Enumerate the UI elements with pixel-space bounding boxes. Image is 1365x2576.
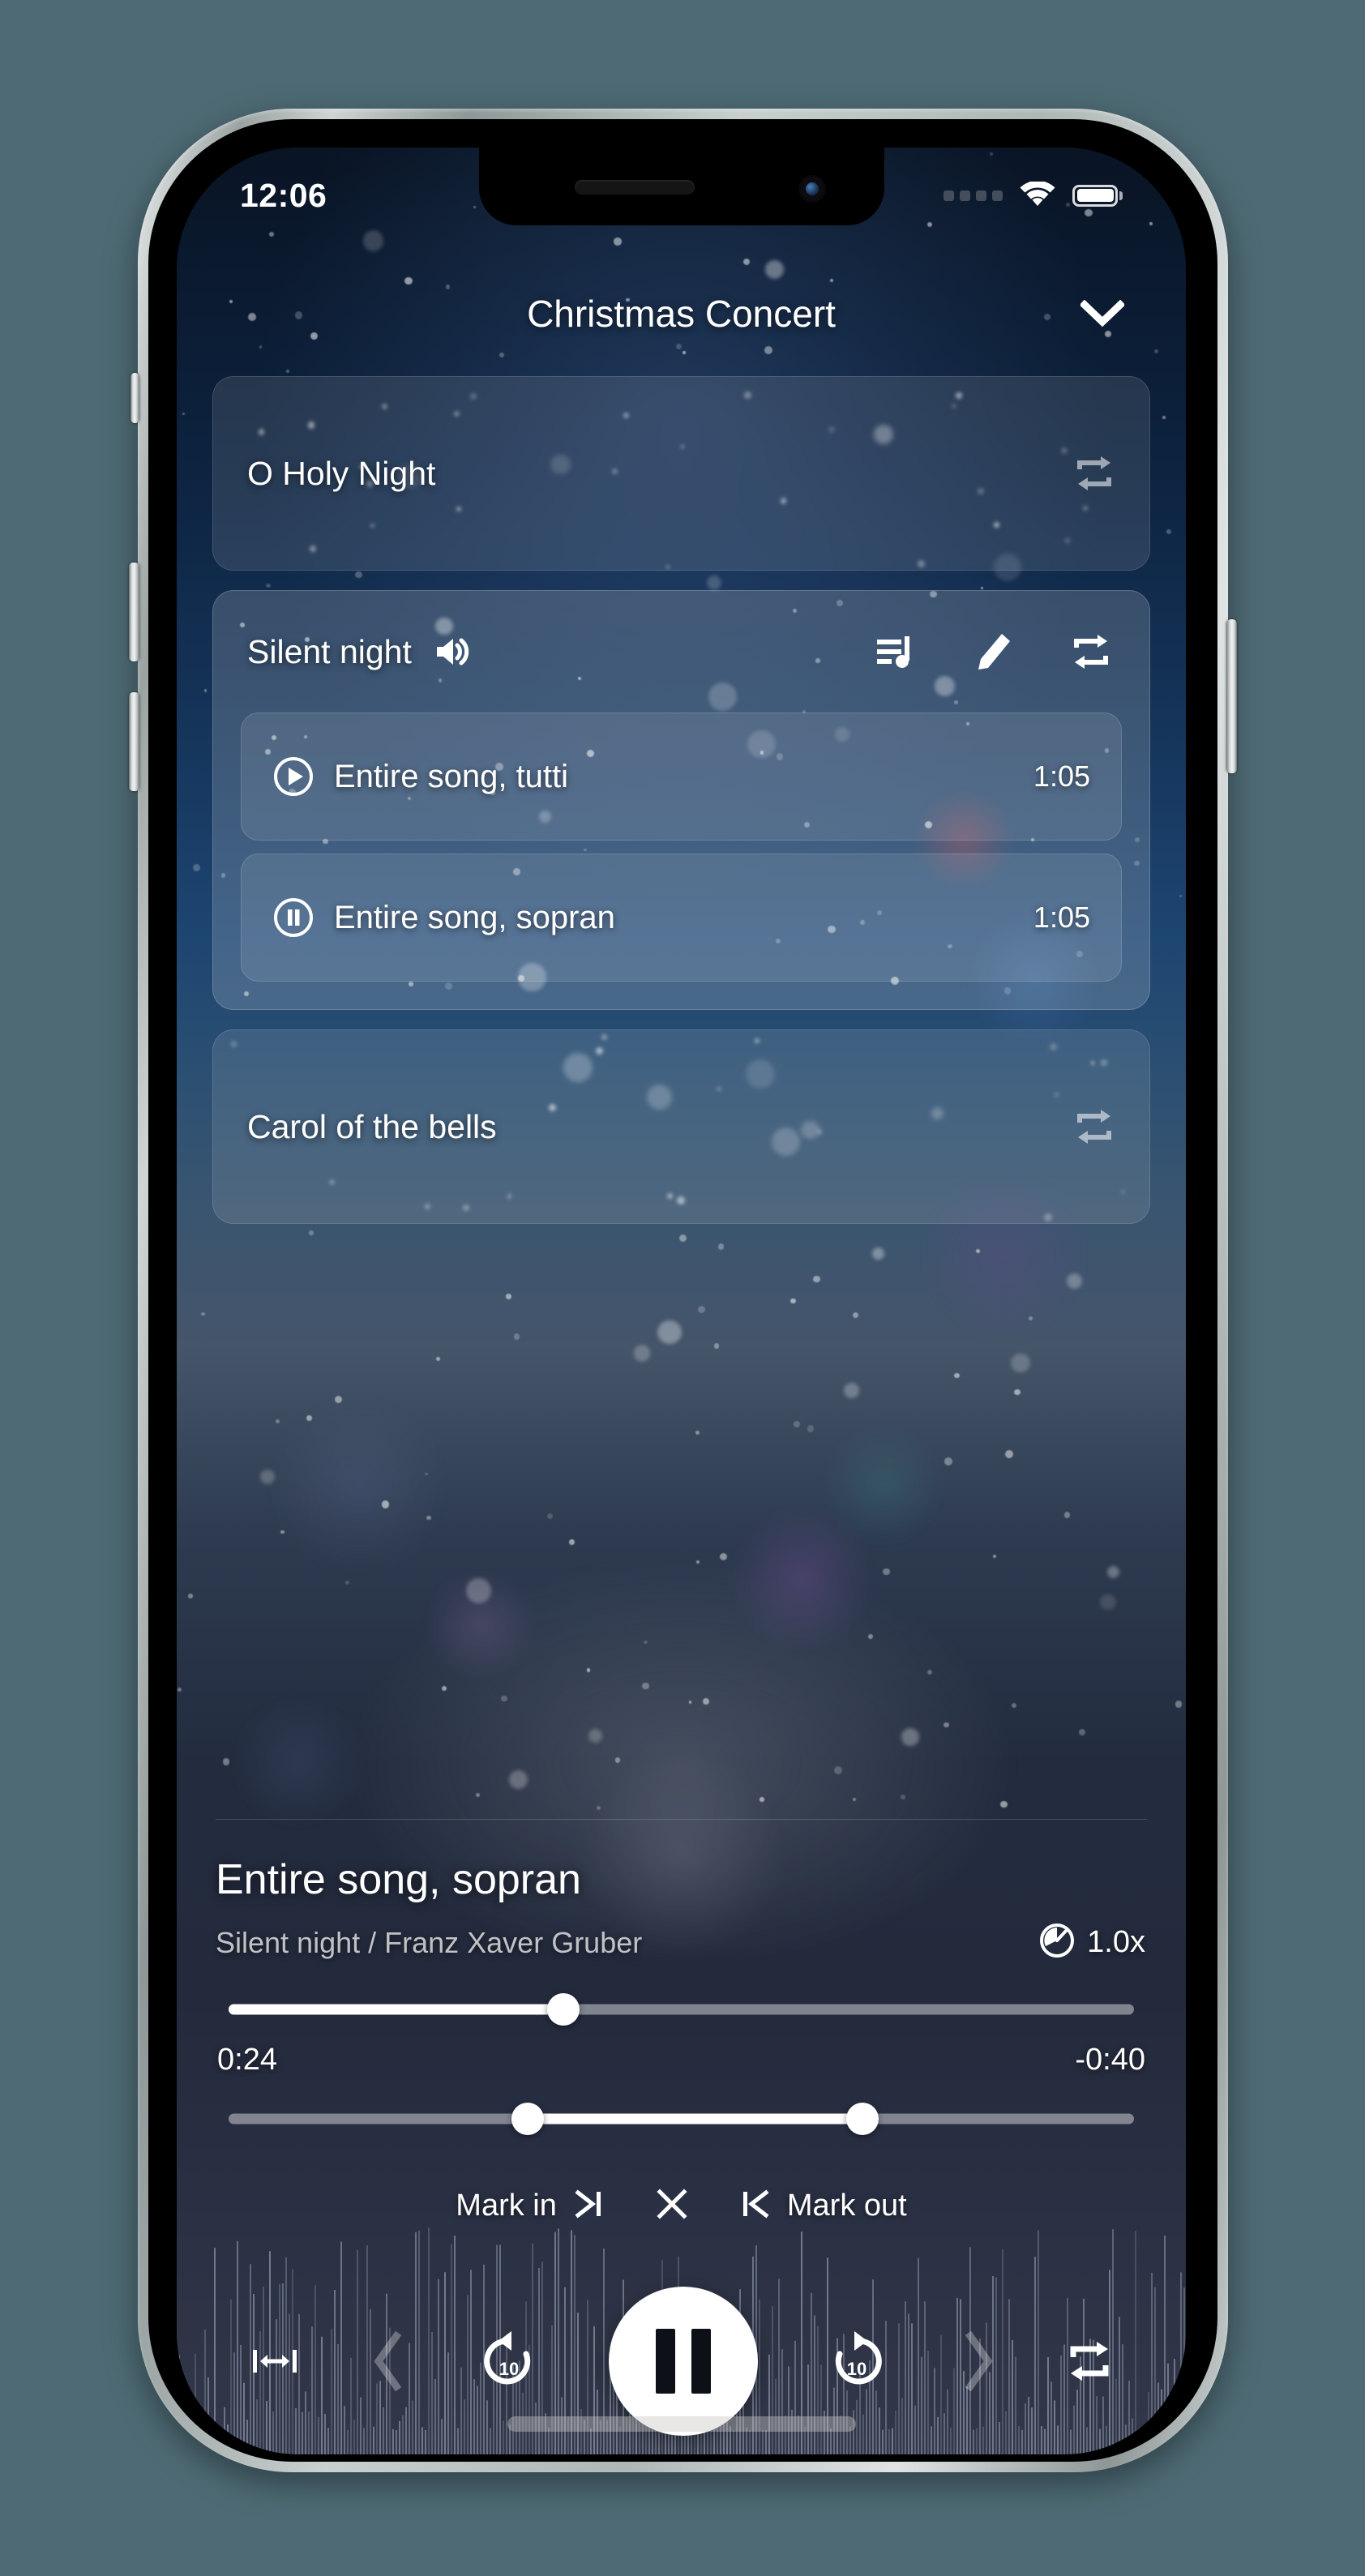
forward-10-icon[interactable]: 10 xyxy=(827,2330,890,2393)
pause-circle-icon[interactable] xyxy=(272,896,315,939)
chevron-right-icon[interactable] xyxy=(960,2331,997,2391)
song-card-o-holy-night[interactable]: O Holy Night xyxy=(212,376,1150,571)
song-title: Silent night xyxy=(247,632,412,670)
take-label: Entire song, tutti xyxy=(334,758,569,794)
speedometer-icon xyxy=(1038,1922,1076,1963)
battery-full-icon xyxy=(1072,184,1123,207)
front-camera xyxy=(798,175,826,203)
phone-bezel: 12:06 Christmas Concert O Holy Night Sil… xyxy=(148,119,1217,2462)
cellular-dots-icon xyxy=(944,190,1003,201)
song-action-bar xyxy=(875,632,1115,671)
take-duration: 1:05 xyxy=(1033,901,1090,934)
status-indicators xyxy=(944,182,1123,209)
song-title: O Holy Night xyxy=(247,454,436,492)
playback-speed-button[interactable]: 1.0x xyxy=(1038,1922,1145,1963)
playback-speed-value: 1.0x xyxy=(1087,1925,1145,1959)
rewind-seconds-label: 10 xyxy=(499,2359,519,2379)
range-selection xyxy=(527,2113,862,2125)
now-playing-subtitle: Silent night / Franz Xaver Gruber xyxy=(216,1925,643,1959)
time-row: 0:24 -0:40 xyxy=(212,2043,1150,2077)
chevron-left-icon[interactable] xyxy=(370,2331,407,2391)
phone-notch xyxy=(478,148,884,225)
repeat-icon[interactable] xyxy=(1073,455,1115,492)
page-title: Christmas Concert xyxy=(527,293,836,335)
repeat-icon[interactable] xyxy=(1070,633,1112,670)
pause-icon xyxy=(655,2329,711,2394)
take-label: Entire song, sopran xyxy=(334,899,615,935)
progress-fill xyxy=(229,2004,564,2015)
mute-switch[interactable] xyxy=(131,373,139,423)
app-root: Christmas Concert O Holy Night Silent ni… xyxy=(177,148,1186,2454)
song-title: Carol of the bells xyxy=(247,1107,497,1145)
expanded-song-header[interactable]: Silent night xyxy=(213,591,1149,712)
pencil-edit-icon[interactable] xyxy=(974,632,1012,671)
chevron-down-icon[interactable] xyxy=(1077,289,1128,339)
takes-list: Entire song, tutti 1:05 Entire song, sop… xyxy=(213,712,1149,982)
now-playing-meta-row: Silent night / Franz Xaver Gruber 1.0x xyxy=(212,1922,1150,1963)
loop-region-icon[interactable] xyxy=(250,2342,300,2381)
divider xyxy=(216,1819,1147,1820)
home-indicator[interactable] xyxy=(507,2416,856,2432)
take-row[interactable]: Entire song, sopran 1:05 xyxy=(241,854,1122,982)
song-card-silent-night-expanded: Silent night Entire song, tutti 1:05 Ent… xyxy=(212,590,1150,1010)
repeat-icon[interactable] xyxy=(1066,2340,1113,2382)
pause-button[interactable] xyxy=(608,2287,758,2436)
progress-knob[interactable] xyxy=(547,1993,580,2026)
time-remaining: -0:40 xyxy=(1075,2043,1145,2077)
wifi-icon xyxy=(1019,182,1056,209)
player-panel: Entire song, sopran Silent night / Franz… xyxy=(177,1819,1186,2454)
app-header: Christmas Concert xyxy=(177,269,1186,358)
speaker-volume-icon[interactable] xyxy=(433,634,472,670)
play-circle-icon[interactable] xyxy=(272,755,315,798)
take-duration: 1:05 xyxy=(1033,760,1090,793)
song-list: O Holy Night Silent night Entire song, t… xyxy=(177,358,1186,1224)
song-card-carol-of-the-bells[interactable]: Carol of the bells xyxy=(212,1029,1150,1224)
mark-range-slider[interactable] xyxy=(229,2103,1134,2135)
rewind-10-icon[interactable]: 10 xyxy=(476,2330,539,2393)
range-knob-end[interactable] xyxy=(845,2103,879,2135)
range-knob-start[interactable] xyxy=(511,2103,544,2135)
power-button[interactable] xyxy=(1226,619,1237,773)
time-elapsed: 0:24 xyxy=(217,2043,277,2077)
forward-seconds-label: 10 xyxy=(847,2359,866,2379)
volume-down-button[interactable] xyxy=(129,692,139,791)
now-playing-title: Entire song, sopran xyxy=(216,1856,581,1903)
volume-up-button[interactable] xyxy=(129,563,139,661)
progress-slider[interactable] xyxy=(229,1993,1134,2026)
status-time: 12:06 xyxy=(240,176,327,214)
phone-frame: 12:06 Christmas Concert O Holy Night Sil… xyxy=(129,109,1237,2472)
earpiece-speaker xyxy=(574,180,695,195)
repeat-icon[interactable] xyxy=(1073,1108,1115,1145)
take-row[interactable]: Entire song, tutti 1:05 xyxy=(241,712,1122,841)
queue-music-icon[interactable] xyxy=(875,633,916,670)
phone-screen: 12:06 Christmas Concert O Holy Night Sil… xyxy=(177,148,1186,2454)
